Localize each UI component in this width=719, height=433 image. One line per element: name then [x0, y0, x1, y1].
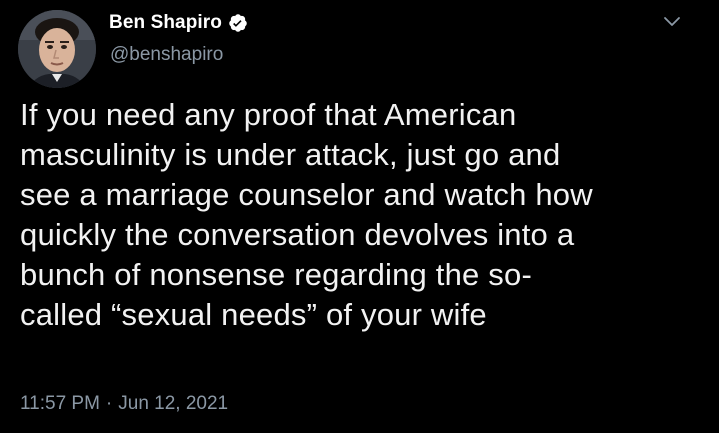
tweet-text-line: masculinity is under attack, just go and — [20, 137, 561, 172]
tweet-text-line: If you need any proof that American — [20, 97, 517, 132]
tweet-text-line: quickly the conversation devolves into a — [20, 217, 575, 252]
timestamp-separator: · — [105, 393, 113, 414]
author-avatar[interactable] — [18, 10, 96, 88]
author-display-name[interactable]: Ben Shapiro — [109, 12, 222, 34]
author-name-row: Ben Shapiro — [109, 10, 248, 36]
avatar-photo-icon — [18, 10, 96, 88]
tweet-text-line: called “sexual needs” of your wife — [20, 297, 487, 332]
tweet-time[interactable]: 11:57 PM — [20, 393, 100, 415]
tweet-text-line: bunch of nonsense regarding the so- — [20, 257, 532, 292]
chevron-down-icon[interactable] — [660, 10, 684, 34]
tweet-text: If you need any proof that American masc… — [20, 95, 710, 335]
tweet-date[interactable]: Jun 12, 2021 — [118, 393, 228, 415]
tweet-card: Ben Shapiro @benshapiro If you need any … — [0, 0, 719, 433]
tweet-timestamp: 11:57 PM · Jun 12, 2021 — [20, 393, 228, 415]
tweet-text-line: see a marriage counselor and watch how — [20, 177, 593, 212]
author-handle[interactable]: @benshapiro — [110, 44, 223, 66]
verified-badge-icon — [228, 13, 248, 33]
